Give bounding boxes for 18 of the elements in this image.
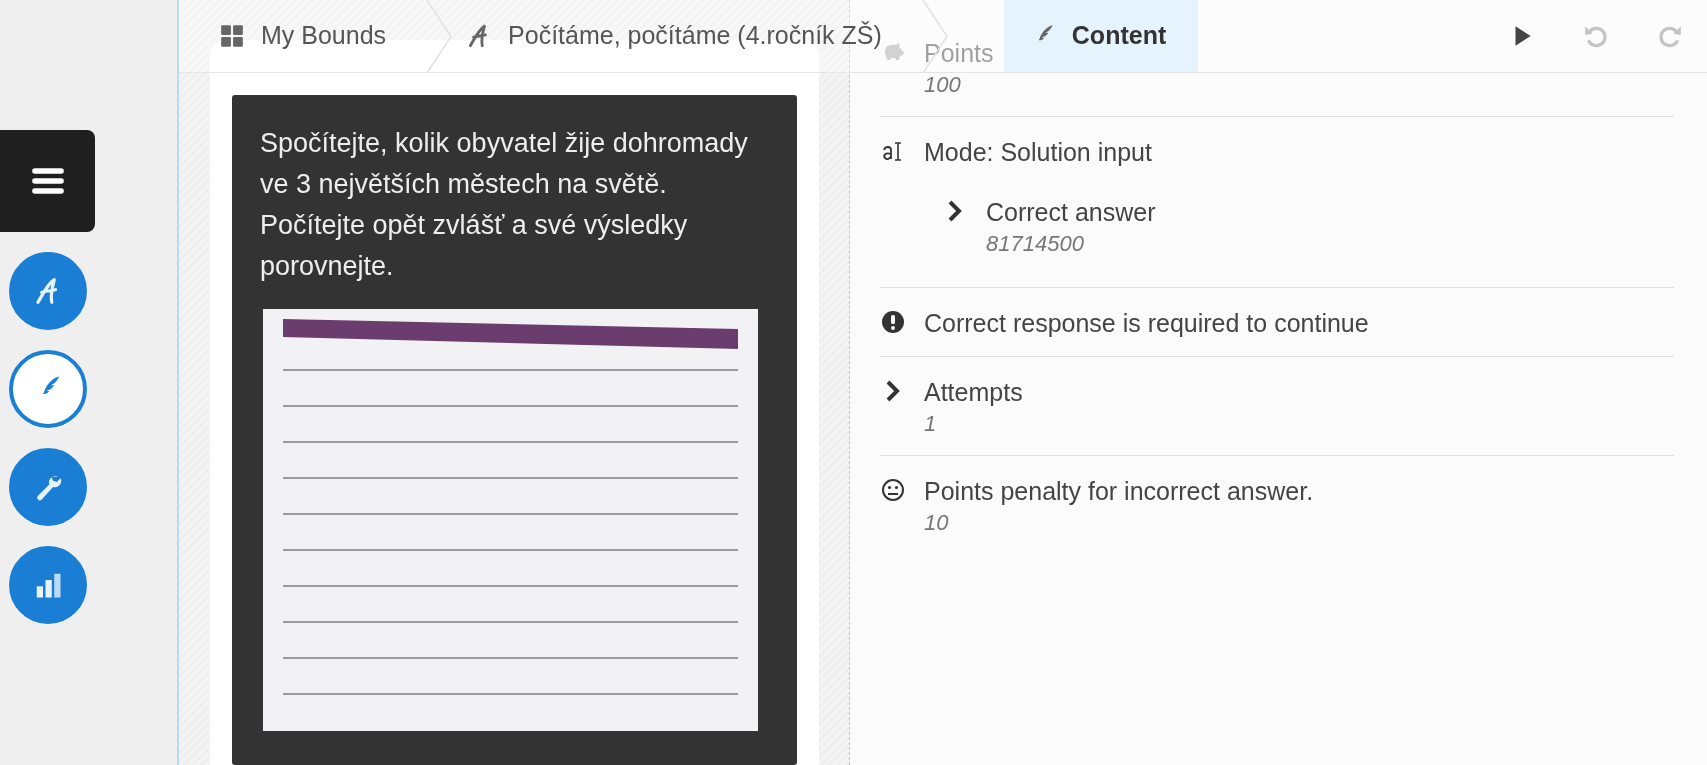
- setting-value: 10: [924, 509, 950, 537]
- setting-value: 1: [924, 410, 938, 438]
- setting-label: Points penalty for incorrect answer.: [924, 476, 1314, 507]
- menu-button[interactable]: [0, 130, 95, 232]
- setting-value: 81714500: [986, 230, 1085, 258]
- exclamation-icon: [881, 310, 905, 334]
- setting-label: Correct response is required to continue: [924, 308, 1369, 339]
- breadcrumb-item[interactable]: Počítáme, počítáme (4.ročník ZŠ): [466, 0, 922, 72]
- setting-value: 100: [924, 71, 962, 99]
- setting-label: Points: [924, 38, 994, 69]
- breadcrumb-item[interactable]: My Bounds: [219, 0, 427, 72]
- neutral-face-icon: [881, 478, 905, 502]
- question-text: Spočítejte, kolik obyvatel žije dohromady ve 3 největších městech na světě. Počítejte opět zvlášť a své výsledky porovnejte.: [260, 127, 749, 283]
- setting-label: Attempts: [924, 377, 1023, 408]
- setting-label: Correct answer: [986, 197, 1156, 228]
- setting-label: Mode: Solution input: [924, 137, 1153, 168]
- grid-icon: [219, 23, 245, 49]
- breadcrumb-item[interactable]: Content: [1003, 0, 1199, 72]
